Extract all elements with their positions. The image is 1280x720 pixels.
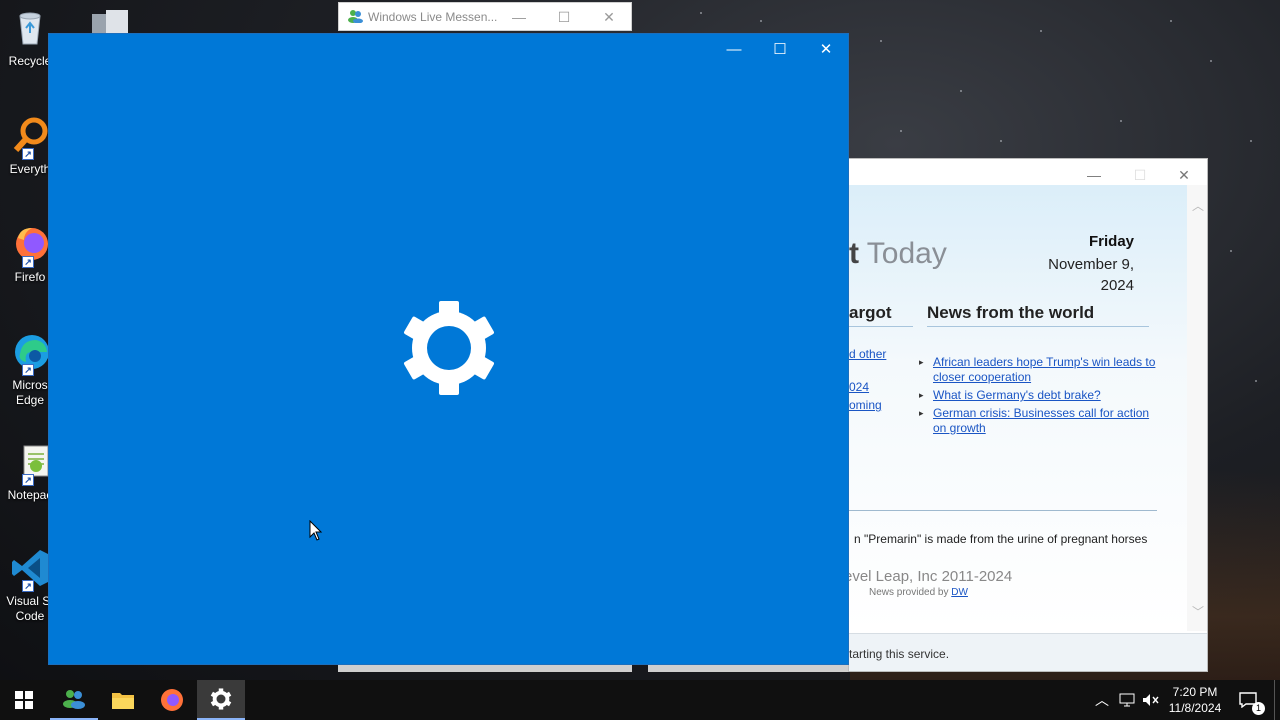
- gear-icon: [400, 299, 498, 397]
- shortcut-arrow-icon: ↗: [22, 256, 34, 268]
- minimize-button[interactable]: —: [711, 38, 757, 62]
- list-item: African leaders hope Trump's win leads t…: [919, 355, 1159, 385]
- windows-logo-icon: [15, 691, 33, 709]
- copyright-text: evel Leap, Inc 2011-2024: [844, 568, 1013, 585]
- status-text: tarting this service.: [849, 647, 950, 661]
- clock-date: 11/8/2024: [1168, 701, 1222, 715]
- taskbar-settings[interactable]: [197, 680, 245, 720]
- settings-window[interactable]: — ☐ ✕: [48, 33, 849, 665]
- mouse-cursor-icon: [309, 519, 323, 542]
- network-icon[interactable]: [1116, 680, 1138, 720]
- scroll-down-icon[interactable]: ﹀: [1192, 603, 1204, 620]
- taskbar: ︿ 7:20 PM 11/8/2024: [0, 680, 1280, 720]
- gear-icon: [210, 688, 232, 710]
- system-clock[interactable]: 7:20 PM 11/8/2024: [1160, 684, 1230, 716]
- messenger-icon: [63, 690, 85, 709]
- close-button[interactable]: ✕: [1171, 165, 1197, 185]
- divider: [849, 510, 1157, 511]
- shortcut-arrow-icon: ↗: [22, 474, 34, 486]
- messenger-window[interactable]: Windows Live Messen... — ☐ ✕: [338, 2, 632, 31]
- messenger-icon: [347, 9, 363, 24]
- maximize-button[interactable]: ☐: [554, 7, 574, 27]
- news-link[interactable]: German crisis: Businesses call for actio…: [933, 406, 1149, 435]
- desktop-icon-partial[interactable]: [88, 8, 132, 34]
- scrollbar[interactable]: ︿ ﹀: [1187, 185, 1207, 631]
- date-full: November 9, 2024: [1048, 256, 1134, 294]
- date-day: Friday: [1088, 233, 1134, 250]
- provided-by: News provided by DW: [869, 587, 968, 598]
- fact-text: n "Premarin" is made from the urine of p…: [854, 532, 1148, 546]
- chevron-up-icon[interactable]: ︿: [1092, 680, 1112, 720]
- window-edge: [338, 664, 632, 672]
- taskbar-messenger[interactable]: [50, 680, 98, 720]
- taskbar-file-explorer[interactable]: [99, 680, 147, 720]
- program-icon: [92, 10, 128, 34]
- list-item: What is Germany's debt brake?: [919, 388, 1159, 403]
- clock-time: 7:20 PM: [1172, 685, 1218, 699]
- close-button[interactable]: ✕: [803, 38, 849, 62]
- news-list: African leaders hope Trump's win leads t…: [919, 355, 1159, 439]
- status-bar: tarting this service.: [849, 633, 1207, 671]
- show-desktop-button[interactable]: [1274, 680, 1275, 720]
- maximize-button[interactable]: ☐: [757, 38, 803, 62]
- shortcut-arrow-icon: ↗: [22, 580, 34, 592]
- everything-search-icon: ↗: [10, 116, 50, 160]
- notepad-icon: ↗: [10, 442, 50, 486]
- start-button[interactable]: [0, 680, 48, 720]
- news-window[interactable]: — ☐ ✕ t Today Friday November 9, 2024 ar…: [844, 158, 1208, 672]
- argot-link[interactable]: d other: [849, 347, 886, 361]
- recycle-bin-icon: [10, 8, 50, 48]
- shortcut-arrow-icon: ↗: [22, 148, 34, 160]
- news-heading: News from the world: [927, 303, 1149, 327]
- shortcut-arrow-icon: ↗: [22, 364, 34, 376]
- vscode-icon: ↗: [10, 548, 50, 592]
- volume-muted-icon[interactable]: [1140, 680, 1162, 720]
- news-link[interactable]: African leaders hope Trump's win leads t…: [933, 355, 1155, 384]
- list-item: German crisis: Businesses call for actio…: [919, 406, 1159, 436]
- firefox-icon: [161, 689, 183, 711]
- window-edge: [648, 664, 848, 672]
- news-link[interactable]: What is Germany's debt brake?: [933, 388, 1101, 402]
- minimize-button[interactable]: —: [1081, 165, 1107, 185]
- taskbar-firefox[interactable]: [148, 680, 196, 720]
- minimize-button[interactable]: —: [509, 7, 529, 27]
- notification-count-badge: 1: [1252, 702, 1265, 715]
- messenger-title: Windows Live Messen...: [368, 10, 498, 24]
- argot-link[interactable]: oming: [849, 398, 882, 412]
- argot-heading: argot: [849, 303, 913, 327]
- folder-icon: [112, 693, 134, 709]
- scroll-up-icon[interactable]: ︿: [1192, 197, 1204, 214]
- dw-link[interactable]: DW: [951, 587, 968, 598]
- argot-link[interactable]: 024: [849, 380, 869, 394]
- page-title: t Today: [849, 237, 947, 270]
- maximize-button: ☐: [1133, 167, 1147, 183]
- firefox-icon: ↗: [10, 224, 50, 268]
- edge-icon: ↗: [10, 332, 50, 376]
- news-content: t Today Friday November 9, 2024 argot Ne…: [844, 185, 1189, 631]
- close-button[interactable]: ✕: [599, 7, 619, 27]
